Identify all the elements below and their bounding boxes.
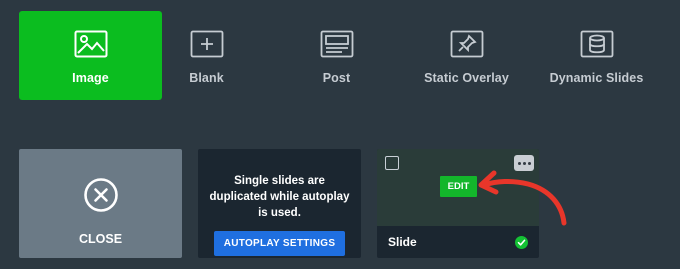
plus-box-icon [189, 29, 225, 59]
close-circle-icon [83, 177, 119, 218]
slide-type-label: Static Overlay [424, 71, 509, 85]
slide-type-label: Dynamic Slides [549, 71, 644, 85]
slide-type-blank[interactable]: Blank [135, 11, 278, 100]
slide-select-checkbox[interactable] [385, 156, 399, 170]
slide-type-post[interactable]: Post [265, 11, 408, 100]
slide-type-dynamic-slides[interactable]: Dynamic Slides [525, 11, 668, 100]
annotation-arrow-icon [478, 170, 567, 226]
slide-type-label: Image [72, 71, 109, 85]
autoplay-notice-message: Single slides are duplicated while autop… [209, 175, 350, 219]
post-icon [319, 29, 355, 59]
check-circle-icon [515, 235, 528, 249]
close-card[interactable]: CLOSE [19, 149, 182, 258]
slide-type-label: Post [322, 71, 351, 85]
slide-type-static-overlay[interactable]: Static Overlay [395, 11, 538, 100]
slide-name: Slide [388, 235, 417, 249]
autoplay-settings-button[interactable]: AUTOPLAY SETTINGS [213, 231, 346, 256]
database-icon [579, 29, 615, 59]
image-icon [73, 29, 109, 59]
pin-icon [449, 29, 485, 59]
close-label: CLOSE [78, 232, 123, 246]
autoplay-notice-card: Single slides are duplicated while autop… [198, 149, 361, 258]
slide-type-label: Blank [189, 71, 224, 85]
